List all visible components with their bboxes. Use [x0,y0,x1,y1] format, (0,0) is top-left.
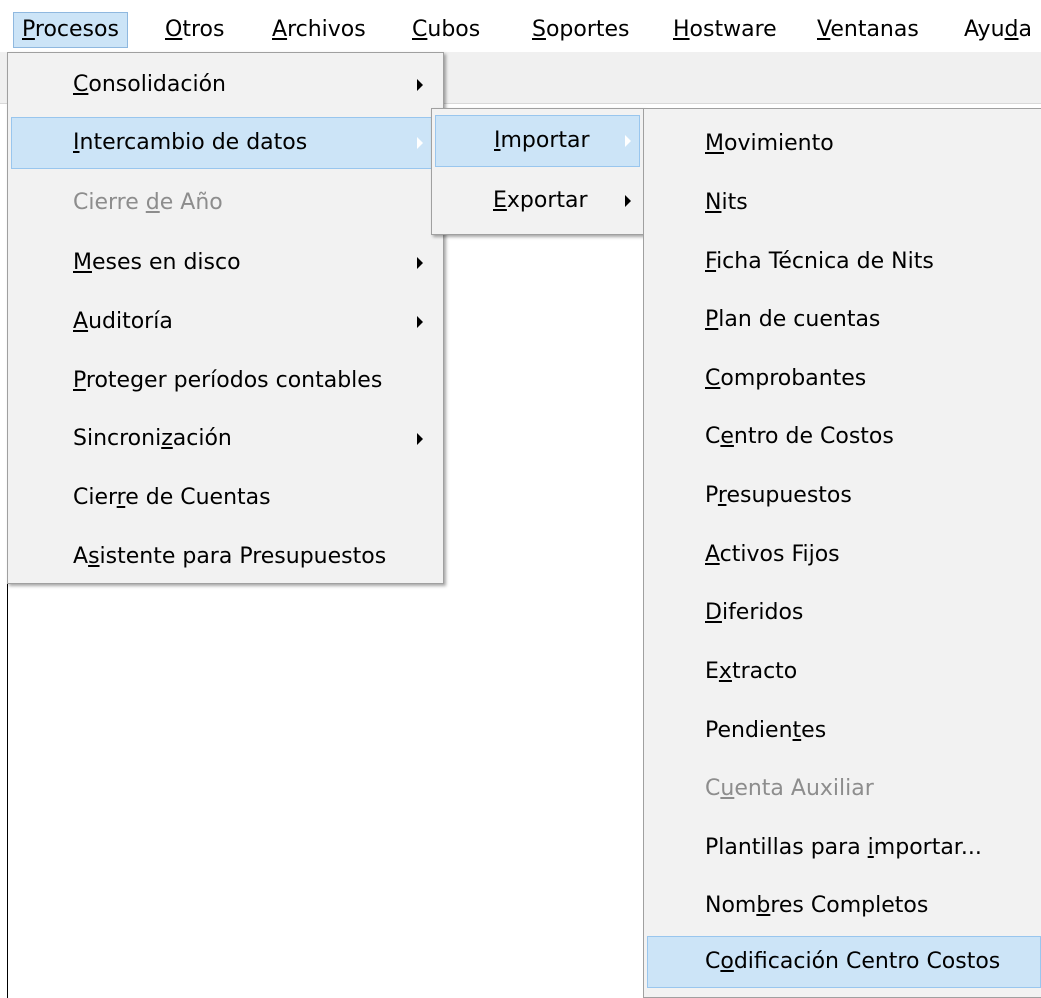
importar-submenu: Movimiento Nits Ficha Técnica de Nits Pl… [643,108,1041,998]
menu-item-meses-en-disco[interactable]: Meses en disco [11,237,440,289]
submenu-arrow-icon [622,116,636,166]
menu-item-centro-de-costos[interactable]: Centro de Costos [647,411,1038,463]
menu-item-auditoria[interactable]: Auditoría [11,296,440,348]
menu-item-label: Pendientes [705,718,827,743]
menu-item-label: Ficha Técnica de Nits [705,249,934,274]
menu-otros[interactable]: Otros [165,13,224,47]
menu-item-label: Plantillas para importar... [705,835,982,860]
menu-ayuda[interactable]: Ayuda [964,13,1032,47]
menu-item-diferidos[interactable]: Diferidos [647,587,1038,639]
menu-item-cierre-de-ano[interactable]: Cierre de Año [11,177,440,229]
menu-item-nombres-completos[interactable]: Nombres Completos [647,880,1038,932]
procesos-menu: Consolidación Intercambio de datos Cierr… [7,52,444,584]
menu-item-importar[interactable]: Importar [435,115,640,167]
menu-cubos[interactable]: Cubos [412,13,480,47]
menu-item-label: Exportar [493,188,588,213]
submenu-arrow-icon [622,175,636,227]
submenu-arrow-icon [414,296,428,348]
menu-soportes[interactable]: Soportes [532,13,630,47]
menu-item-intercambio-de-datos[interactable]: Intercambio de datos [11,117,440,169]
menu-item-proteger-periodos[interactable]: Proteger períodos contables [11,355,440,407]
menu-item-movimiento[interactable]: Movimiento [647,118,1038,170]
menu-item-label: Movimiento [705,131,834,156]
menu-item-label: Plan de cuentas [705,307,881,332]
menu-item-label: Cuenta Auxiliar [705,776,874,801]
intercambio-submenu: Importar Exportar [431,108,644,235]
menu-item-label: Intercambio de datos [73,130,308,155]
menu-item-nits[interactable]: Nits [647,177,1038,229]
menu-bar: Procesos Otros Archivos Cubos Soportes H… [0,0,1041,52]
menu-item-label: Importar [494,128,590,153]
menu-item-label: Presupuestos [705,483,852,508]
submenu-arrow-icon [414,237,428,289]
menu-item-exportar[interactable]: Exportar [435,175,640,227]
menu-item-extracto[interactable]: Extracto [647,646,1038,698]
submenu-arrow-icon [414,413,428,465]
submenu-arrow-icon [414,118,428,168]
menu-item-label: Cierre de Cuentas [73,485,271,510]
menu-item-label: Extracto [705,659,798,684]
menu-item-label: Auditoría [73,309,173,334]
menu-item-label: Nits [705,190,748,215]
menu-item-label: Cierre de Año [73,190,223,215]
menu-item-label: Comprobantes [705,366,867,391]
menu-item-label: Sincronización [73,426,232,451]
menu-item-asistente-presupuestos[interactable]: Asistente para Presupuestos [11,531,440,583]
menu-archivos[interactable]: Archivos [272,13,366,47]
menu-item-sincronizacion[interactable]: Sincronización [11,413,440,465]
menu-item-comprobantes[interactable]: Comprobantes [647,353,1038,405]
menu-item-label: Activos Fijos [705,542,840,567]
menu-item-pendientes[interactable]: Pendientes [647,705,1038,757]
menu-item-presupuestos[interactable]: Presupuestos [647,470,1038,522]
menu-item-cuenta-auxiliar[interactable]: Cuenta Auxiliar [647,763,1038,815]
menu-item-label: Codificación Centro Costos [705,949,1001,974]
menu-item-label: Proteger períodos contables [73,368,383,393]
menu-item-label: Consolidación [73,72,226,97]
menu-item-consolidacion[interactable]: Consolidación [11,59,440,111]
menu-item-label: Diferidos [705,600,804,625]
menu-item-ficha-tecnica-nits[interactable]: Ficha Técnica de Nits [647,236,1038,288]
submenu-arrow-icon [414,59,428,111]
menu-item-label: Centro de Costos [705,424,894,449]
menu-item-plan-de-cuentas[interactable]: Plan de cuentas [647,294,1038,346]
menu-item-plantillas-importar[interactable]: Plantillas para importar... [647,822,1038,874]
menu-item-label: Asistente para Presupuestos [73,544,387,569]
menu-item-activos-fijos[interactable]: Activos Fijos [647,529,1038,581]
menu-procesos[interactable]: Procesos [13,12,128,48]
menu-item-cierre-de-cuentas[interactable]: Cierre de Cuentas [11,472,440,524]
menu-item-label: Meses en disco [73,250,241,275]
menu-item-codificacion-centro-costos[interactable]: Codificación Centro Costos [647,936,1041,988]
menu-hostware[interactable]: Hostware [673,13,777,47]
menu-item-label: Nombres Completos [705,893,929,918]
menu-ventanas[interactable]: Ventanas [817,13,919,47]
